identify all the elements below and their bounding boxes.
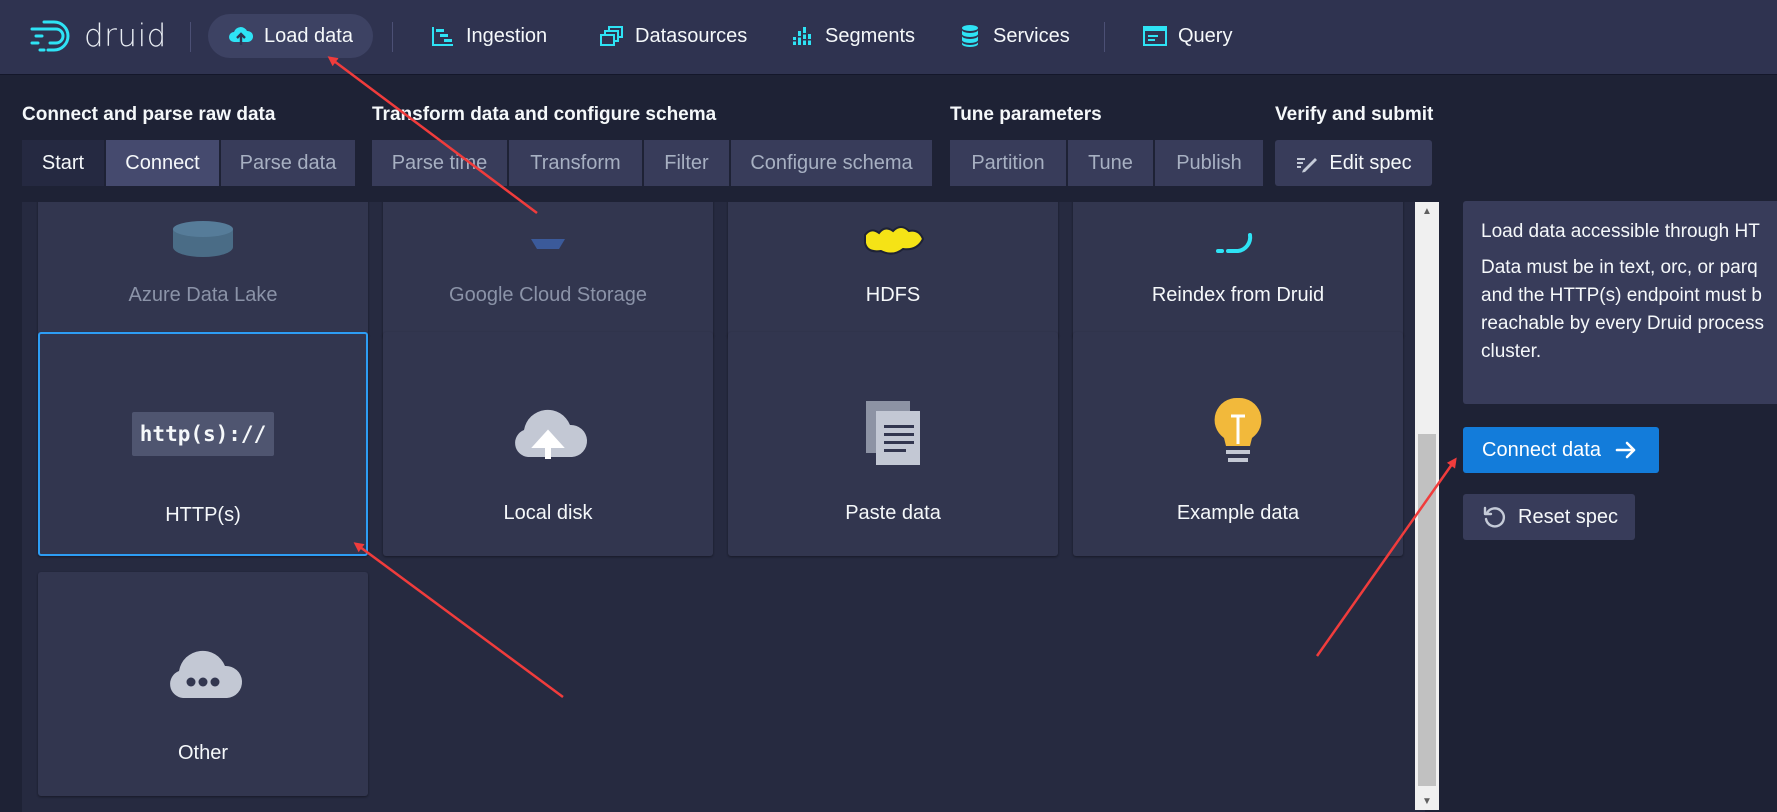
nav-datasources[interactable]: Datasources <box>587 14 759 58</box>
edit-spec-button[interactable]: Edit spec <box>1275 140 1432 186</box>
reset-spec-label: Reset spec <box>1518 505 1619 528</box>
step-buttons: Edit spec <box>1275 140 1432 186</box>
tile-label: Other <box>177 742 229 764</box>
step-group-title: Connect and parse raw data <box>22 104 276 125</box>
reset-spec-button[interactable]: Reset spec <box>1463 494 1635 540</box>
nav-segments[interactable]: Segments <box>777 14 927 58</box>
hdfs-icon <box>728 202 1058 259</box>
tile-label: HTTP(s) <box>165 504 241 526</box>
nav-services[interactable]: Services <box>945 14 1082 58</box>
nav-divider <box>1104 22 1105 52</box>
tiles-scrollbar[interactable]: ▲ ▼ <box>1415 202 1439 810</box>
step-group-connect: Connect and parse raw data Start Connect… <box>22 104 355 186</box>
nav-datasources-label: Datasources <box>635 24 748 47</box>
step-transform[interactable]: Transform <box>509 140 644 186</box>
cloud-upload-icon <box>228 23 254 49</box>
tile-paste-data[interactable]: Paste data <box>728 332 1058 556</box>
tile-hdfs[interactable]: HDFS <box>728 202 1058 338</box>
tile-label: Example data <box>1176 502 1300 524</box>
nav-ingestion-label: Ingestion <box>466 24 548 47</box>
nav-services-label: Services <box>993 24 1070 47</box>
scrollbar-thumb[interactable] <box>1418 434 1436 786</box>
source-info-panel: Load data accessible through HT Data mus… <box>1463 201 1777 404</box>
reset-icon <box>1482 505 1506 529</box>
tile-other[interactable]: Other <box>38 572 368 796</box>
tile-local-disk[interactable]: Local disk <box>383 332 713 556</box>
nav-query[interactable]: Query <box>1130 14 1244 58</box>
tile-google-cloud-storage[interactable]: Google Cloud Storage <box>383 202 713 338</box>
druid-logo[interactable]: druid <box>30 16 167 56</box>
step-group-title: Tune parameters <box>950 104 1102 125</box>
connect-data-button[interactable]: Connect data <box>1463 427 1659 473</box>
scroll-up-arrow-icon[interactable]: ▲ <box>1415 202 1439 220</box>
step-group-verify: Verify and submit Edit spec <box>1275 104 1434 186</box>
http-icon: http(s):// <box>40 389 366 479</box>
step-parse-data[interactable]: Parse data <box>221 140 355 186</box>
step-buttons: Start Connect Parse data <box>22 140 355 186</box>
tile-label: HDFS <box>865 284 921 306</box>
tile-example-data[interactable]: Example data <box>1073 332 1403 556</box>
step-buttons: Partition Tune Publish <box>950 140 1263 186</box>
step-tune[interactable]: Tune <box>1068 140 1155 186</box>
database-icon <box>957 23 983 49</box>
info-line: cluster. <box>1481 341 1542 362</box>
arrow-right-icon <box>1615 440 1637 460</box>
step-group-transform: Transform data and configure schema Pars… <box>372 104 932 186</box>
nav-divider <box>190 22 191 52</box>
http-icon-text: http(s):// <box>131 412 275 456</box>
step-connect[interactable]: Connect <box>106 140 221 186</box>
step-buttons: Parse time Transform Filter Configure sc… <box>372 140 932 186</box>
logo-text: druid <box>84 18 167 54</box>
stacked-chart-icon <box>789 23 815 49</box>
tile-label: Paste data <box>845 502 941 524</box>
connect-data-label: Connect data <box>1482 438 1601 461</box>
nav-segments-label: Segments <box>825 24 916 47</box>
druid-logo-icon <box>30 20 70 52</box>
scroll-down-arrow-icon[interactable]: ▼ <box>1415 792 1439 810</box>
annotation-arrow <box>327 56 538 215</box>
info-line: Data must be in text, orc, or parq <box>1481 257 1758 278</box>
paste-icon <box>728 387 1058 477</box>
step-parse-time[interactable]: Parse time <box>372 140 509 186</box>
tile-http[interactable]: http(s):// HTTP(s) <box>38 332 368 556</box>
tile-label: Azure Data Lake <box>128 284 278 306</box>
nav-ingestion[interactable]: Ingestion <box>418 14 559 58</box>
tile-label: Google Cloud Storage <box>449 284 647 306</box>
top-navbar: druid Load data Ingestion Datasources Se… <box>0 0 1777 74</box>
lightbulb-icon <box>1073 387 1403 477</box>
info-summary: Load data accessible through HT <box>1481 221 1760 242</box>
step-group-tune: Tune parameters Partition Tune Publish <box>950 104 1263 186</box>
step-partition[interactable]: Partition <box>950 140 1068 186</box>
nav-load-data[interactable]: Load data <box>208 14 373 58</box>
multi-select-icon <box>599 23 625 49</box>
nav-divider <box>392 22 393 52</box>
application-icon <box>1142 23 1168 49</box>
druid-icon <box>1073 202 1403 259</box>
step-start[interactable]: Start <box>22 140 106 186</box>
tile-label: Local disk <box>503 502 593 524</box>
tile-label: Reindex from Druid <box>1151 284 1325 306</box>
step-publish[interactable]: Publish <box>1155 140 1263 186</box>
step-configure-schema[interactable]: Configure schema <box>731 140 932 186</box>
cloud-upload-icon <box>383 387 713 477</box>
tile-reindex-from-druid[interactable]: Reindex from Druid <box>1073 202 1403 338</box>
gcs-icon <box>383 202 713 259</box>
ingestion-source-tiles: Azure Data Lake Google Cloud Storage HDF… <box>22 202 1425 812</box>
cloud-more-icon <box>38 627 368 717</box>
info-line: and the HTTP(s) endpoint must b <box>1481 285 1762 306</box>
edit-spec-label: Edit spec <box>1329 151 1412 174</box>
step-filter[interactable]: Filter <box>644 140 731 186</box>
step-group-title: Transform data and configure schema <box>372 104 717 125</box>
nav-load-data-label: Load data <box>264 24 353 47</box>
nav-query-label: Query <box>1178 24 1233 47</box>
tile-azure-data-lake[interactable]: Azure Data Lake <box>38 202 368 338</box>
gantt-icon <box>430 23 456 49</box>
edit-icon <box>1295 153 1319 173</box>
azure-icon <box>38 202 368 259</box>
info-line: reachable by every Druid process <box>1481 313 1765 334</box>
step-group-title: Verify and submit <box>1275 104 1434 125</box>
